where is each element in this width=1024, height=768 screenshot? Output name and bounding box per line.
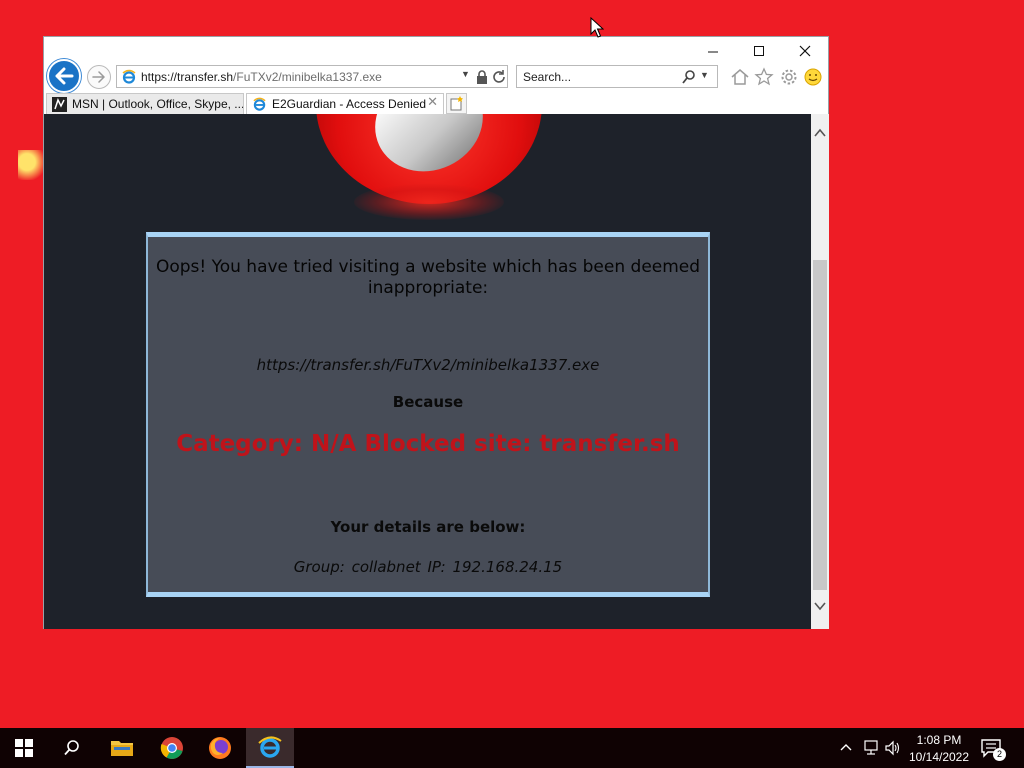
firefox-icon	[209, 737, 231, 759]
clock-time[interactable]: 1:08 PM	[908, 733, 970, 747]
folder-icon	[111, 741, 133, 756]
clock-date[interactable]: 10/14/2022	[906, 750, 972, 764]
search-icon[interactable]	[681, 69, 697, 85]
scroll-up-icon[interactable]	[814, 127, 826, 139]
back-arrow-icon	[55, 67, 74, 85]
navigation-bar: https://transfer.sh/FuTXv2/minibelka1337…	[44, 59, 828, 93]
new-tab-icon	[450, 96, 463, 111]
network-icon[interactable]	[862, 740, 880, 756]
maximize-icon	[754, 46, 764, 56]
lock-icon[interactable]	[475, 69, 489, 85]
tab-bar: MSN | Outlook, Office, Skype, ... E2Guar…	[44, 93, 828, 115]
e2guardian-logo-glow	[354, 184, 504, 220]
ie-window: https://transfer.sh/FuTXv2/minibelka1337…	[43, 36, 829, 629]
notification-count-badge: 2	[993, 748, 1006, 761]
taskbar-internet-explorer[interactable]	[246, 728, 294, 768]
page-viewport: Oops! You have tried visiting a website …	[44, 114, 811, 629]
search-dropdown-icon[interactable]: ▼	[700, 70, 709, 80]
group-ip-info: Group: collabnet IP: 192.168.24.15	[293, 558, 563, 576]
ie-page-icon	[122, 69, 136, 84]
address-path: /FuTXv2/minibelka1337.exe	[233, 70, 382, 84]
taskbar: 1:08 PM 10/14/2022 2	[0, 728, 1024, 768]
taskbar-firefox[interactable]	[196, 728, 244, 768]
windows-logo-icon	[15, 739, 33, 757]
show-hidden-icons-chevron-icon[interactable]	[840, 742, 852, 752]
ie-page-icon	[253, 97, 266, 111]
tab-label: E2Guardian - Access Denied	[272, 97, 427, 111]
address-host: https://transfer.sh	[141, 70, 234, 84]
forward-arrow-icon	[92, 71, 105, 83]
scroll-down-icon[interactable]	[814, 600, 826, 612]
tab-e2guardian[interactable]: E2Guardian - Access Denied ✕	[246, 93, 444, 114]
feedback-smiley-icon[interactable]	[803, 67, 823, 87]
tab-label: MSN | Outlook, Office, Skype, ...	[72, 97, 244, 111]
details-heading: Your details are below:	[330, 518, 526, 536]
volume-icon[interactable]	[884, 740, 902, 756]
vertical-scrollbar[interactable]	[811, 114, 829, 629]
mouse-cursor-icon	[590, 17, 604, 38]
chrome-icon	[160, 737, 183, 759]
blocked-url: https://transfer.sh/FuTXv2/minibelka1337…	[256, 356, 600, 374]
start-button[interactable]	[0, 728, 48, 768]
page-title: Oops! You have tried visiting a website …	[155, 257, 701, 298]
scrollbar-thumb[interactable]	[813, 260, 827, 590]
close-icon	[799, 45, 811, 57]
taskbar-file-explorer[interactable]	[98, 728, 146, 768]
forward-button[interactable]	[87, 65, 111, 89]
address-bar[interactable]: https://transfer.sh/FuTXv2/minibelka1337…	[116, 65, 508, 88]
taskbar-chrome[interactable]	[148, 728, 196, 768]
internet-explorer-icon	[258, 736, 282, 758]
block-reason: Category: N/A Blocked site: transfer.sh	[176, 431, 680, 457]
refresh-icon[interactable]	[491, 69, 507, 85]
search-input[interactable]: Search...	[523, 70, 571, 84]
favorites-star-icon[interactable]	[754, 67, 774, 87]
address-url[interactable]: https://transfer.sh/FuTXv2/minibelka1337…	[141, 70, 382, 84]
because-label: Because	[392, 393, 464, 411]
settings-gear-icon[interactable]	[779, 67, 799, 87]
tab-msn[interactable]: MSN | Outlook, Office, Skype, ...	[46, 93, 244, 114]
back-button[interactable]	[47, 59, 81, 93]
taskbar-search-button[interactable]	[48, 728, 96, 768]
address-dropdown-icon[interactable]: ▼	[461, 69, 470, 79]
minimize-icon	[708, 51, 718, 53]
home-icon[interactable]	[730, 67, 750, 87]
close-tab-icon[interactable]: ✕	[427, 95, 438, 110]
search-box[interactable]: Search... ▼	[516, 65, 718, 88]
new-tab-button[interactable]	[446, 93, 467, 114]
access-denied-panel: Oops! You have tried visiting a website …	[146, 232, 710, 597]
search-icon	[64, 740, 79, 756]
msn-icon	[52, 97, 67, 112]
title-bar[interactable]	[44, 37, 828, 61]
